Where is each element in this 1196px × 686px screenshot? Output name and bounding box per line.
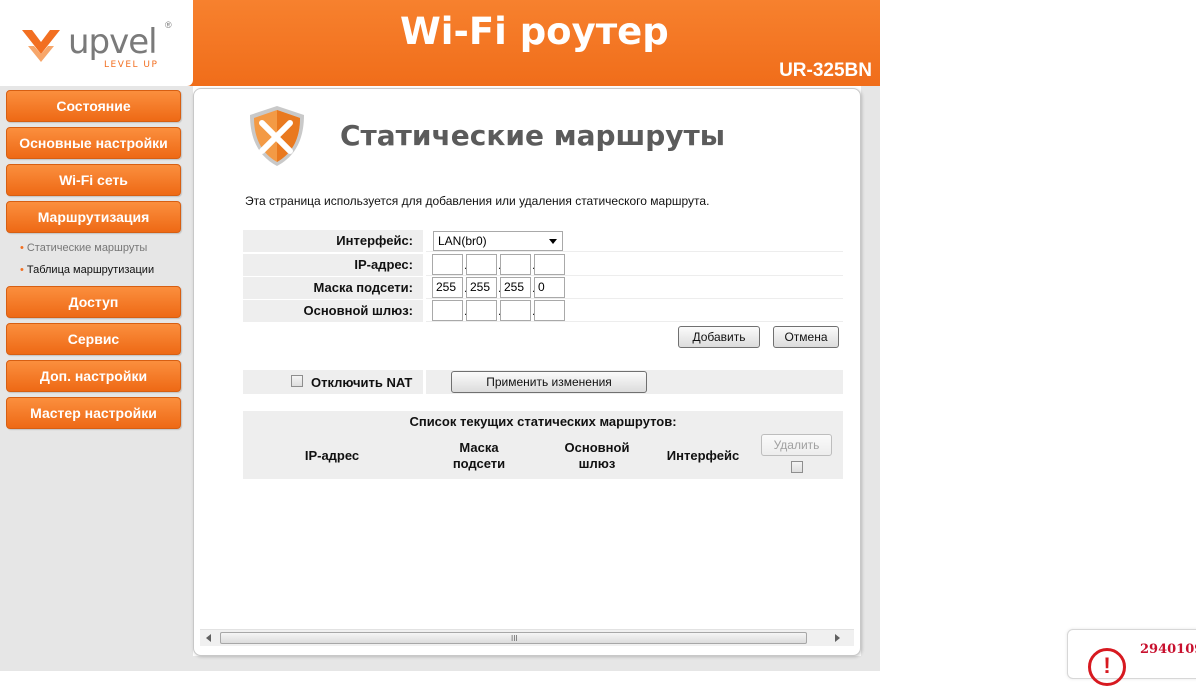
gateway-octet-4[interactable] [534,300,565,321]
sidebar-item-wizard[interactable]: Мастер настройки [6,397,181,429]
routes-list-header: IP-адрес Маска подсети Основной шлюз Инт… [243,433,843,479]
interface-selected-value: LAN(br0) [438,234,487,248]
notification-widget[interactable]: ! 2940109 [1067,629,1196,686]
gateway-value-cell: . . . [426,300,843,322]
gateway-octet-3[interactable] [500,300,531,321]
bottom-strip [193,656,880,671]
mask-octet-2[interactable]: 255 [466,277,497,298]
sidebar-subitem-label: Статические маршруты [26,242,148,254]
model-name: UR-325BN [779,60,872,81]
select-all-checkbox[interactable] [791,461,803,473]
exclamation-icon: ! [1088,648,1126,686]
upvel-logo: upvel ® LEVEL UP [18,20,178,70]
sidebar-subitem-routing-table[interactable]: • Таблица маршрутизации [20,264,154,276]
scrollbar-thumb[interactable]: III [220,632,807,644]
content-panel: Статические маршруты Эта страница исполь… [193,88,861,656]
gateway-row: Основной шлюз: . . . [243,300,843,322]
right-gutter [861,86,880,671]
apply-changes-button[interactable]: Применить изменения [451,371,647,393]
gateway-label: Основной шлюз: [243,300,423,322]
ip-row: IP-адрес: . . . [243,254,843,276]
logo-tagline: LEVEL UP [104,60,159,70]
mask-octet-4[interactable]: 0 [534,277,565,298]
interface-select[interactable]: LAN(br0) [433,231,563,251]
sidebar-item-basic-settings[interactable]: Основные настройки [6,127,181,159]
nat-value-cell: Применить изменения [426,370,843,394]
page-description: Эта страница используется для добавления… [245,194,710,208]
ip-octet-1[interactable] [432,254,463,275]
disable-nat-checkbox[interactable] [291,375,303,387]
nat-label-cell: Отключить NAT [243,370,423,394]
bullet: • [20,242,24,254]
disable-nat-label: Отключить NAT [311,375,413,390]
ip-label: IP-адрес: [243,254,423,276]
sidebar-item-wifi[interactable]: Wi-Fi сеть [6,164,181,196]
gateway-octet-2[interactable] [466,300,497,321]
sidebar: Состояние Основные настройки Wi-Fi сеть … [0,86,193,671]
shield-icon [250,106,304,166]
delete-button[interactable]: Удалить [761,434,832,456]
exclamation-symbol: ! [1103,653,1111,678]
sidebar-item-status[interactable]: Состояние [6,90,181,122]
ip-octet-3[interactable] [500,254,531,275]
upvel-logo-icon [22,30,60,62]
logo-word: upvel [68,22,158,62]
interface-value-cell: LAN(br0) [426,230,843,252]
header-bar: upvel ® LEVEL UP Wi-Fi роутер UR-325BN [0,0,880,86]
scroll-left-icon[interactable] [206,634,211,642]
logo-area: upvel ® LEVEL UP [0,0,193,86]
router-admin-window: upvel ® LEVEL UP Wi-Fi роутер UR-325BN С… [0,0,880,671]
interface-label: Интерфейс: [243,230,423,252]
routes-list-title: Список текущих статических маршрутов: [243,411,843,433]
nat-row: Отключить NAT Применить изменения [243,370,843,394]
ip-value-cell: . . . [426,254,843,276]
add-button[interactable]: Добавить [678,326,760,348]
ip-octet-4[interactable] [534,254,565,275]
column-subnet-mask: Маска подсети [452,440,506,471]
dropdown-arrow-icon [549,239,557,244]
mask-label: Маска подсети: [243,277,423,299]
column-gateway: Основной шлюз [564,440,630,471]
horizontal-scrollbar[interactable]: III [200,629,854,646]
scrollbar-grip: III [511,634,518,643]
cancel-button[interactable]: Отмена [773,326,839,348]
scroll-right-icon[interactable] [835,634,840,642]
sidebar-subitem-static-routes[interactable]: • Статические маршруты [20,242,147,254]
bullet: • [20,264,24,276]
mask-octet-1[interactable]: 255 [432,277,463,298]
sidebar-item-advanced[interactable]: Доп. настройки [6,360,181,392]
mask-value-cell: 255 . 255 . 255 . 0 [426,277,843,299]
sidebar-item-access[interactable]: Доступ [6,286,181,318]
sidebar-item-routing[interactable]: Маршрутизация [6,201,181,233]
sidebar-item-service[interactable]: Сервис [6,323,181,355]
mask-row: Маска подсети: 255 . 255 . 255 . 0 [243,277,843,299]
mask-octet-3[interactable]: 255 [500,277,531,298]
interface-row: Интерфейс: LAN(br0) [243,230,843,252]
logo-registered-mark: ® [165,20,172,30]
header-title: Wi-Fi роутер [400,10,669,53]
column-ip-address: IP-адрес [304,448,360,463]
notification-number: 2940109 [1140,642,1196,657]
page-title: Статические маршруты [340,119,726,152]
sidebar-subitem-label: Таблица маршрутизации [26,264,155,276]
ip-octet-2[interactable] [466,254,497,275]
gateway-octet-1[interactable] [432,300,463,321]
column-interface: Интерфейс [666,448,740,463]
